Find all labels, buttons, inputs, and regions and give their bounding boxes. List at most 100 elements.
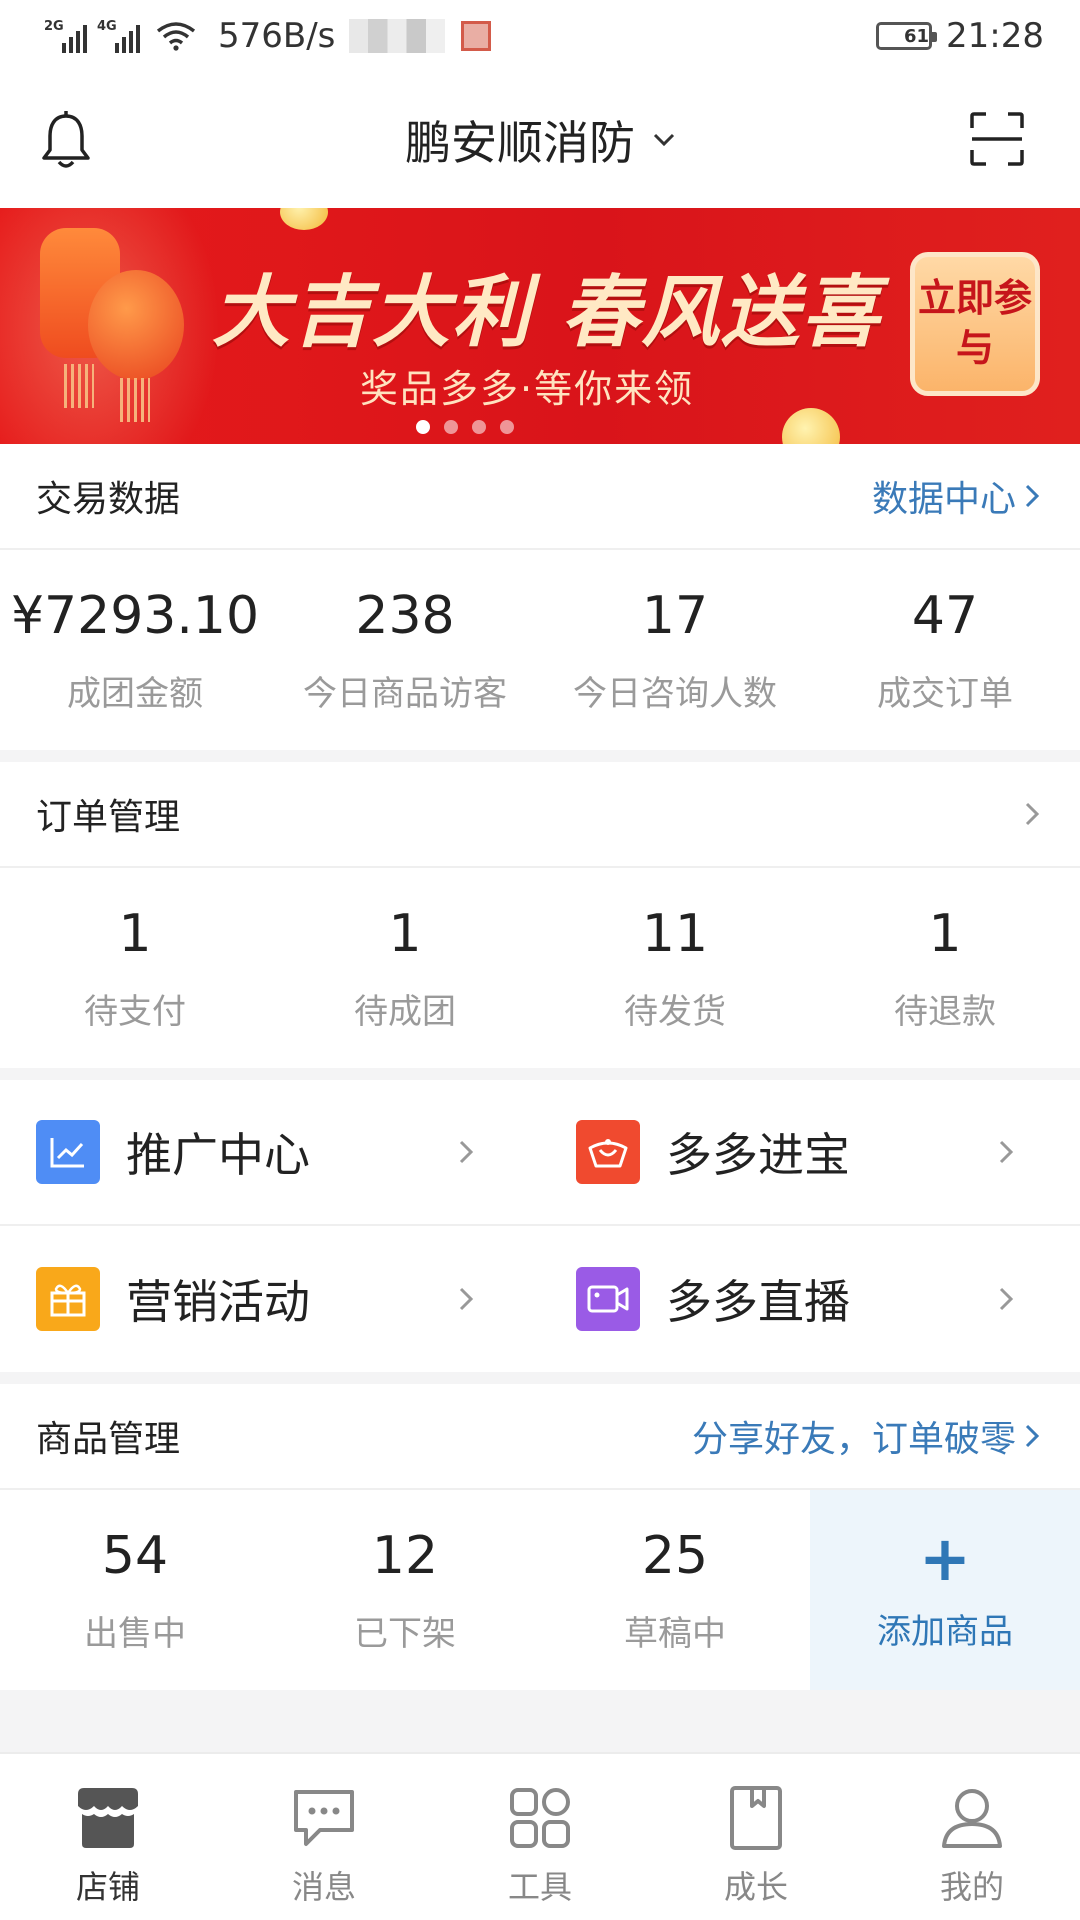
carousel-dot[interactable] xyxy=(416,420,430,434)
duoduo-live-entry[interactable]: 多多直播 xyxy=(540,1226,1080,1372)
order-management-header[interactable]: 订单管理 xyxy=(0,762,1080,868)
qr-notification-icon xyxy=(461,21,492,51)
chevron-right-icon xyxy=(999,1287,1014,1311)
order-management-link[interactable] xyxy=(1024,801,1040,827)
coin-icon xyxy=(280,208,328,230)
chevron-down-icon xyxy=(653,133,675,147)
goods-delisted[interactable]: 12 已下架 xyxy=(270,1490,540,1690)
tab-messages[interactable]: 消息 xyxy=(216,1754,432,1920)
bottom-tab-bar: 店铺 消息 工具 成长 我的 xyxy=(0,1752,1080,1920)
gift-icon xyxy=(36,1267,100,1331)
tab-tools[interactable]: 工具 xyxy=(432,1754,648,1920)
tab-shop[interactable]: 店铺 xyxy=(0,1754,216,1920)
goods-management-card: 商品管理 分享好友，订单破零 54 出售中 12 已下架 25 草稿中 + 添加… xyxy=(0,1384,1080,1690)
ingot-icon xyxy=(576,1120,640,1184)
stat-value: 12 xyxy=(371,1525,439,1586)
goods-drafts[interactable]: 25 草稿中 xyxy=(540,1490,810,1690)
feature-grid: 推广中心 多多进宝 营销活动 多多直播 xyxy=(0,1080,1080,1372)
share-friends-link[interactable]: 分享好友，订单破零 xyxy=(692,1410,1040,1462)
section-divider xyxy=(0,1372,1080,1384)
shop-name: 鹏安顺消防 xyxy=(405,116,635,170)
carousel-dot[interactable] xyxy=(500,420,514,434)
section-title: 订单管理 xyxy=(36,797,181,838)
blurred-notification-icon xyxy=(349,19,446,53)
carousel-dot[interactable] xyxy=(472,420,486,434)
marketing-activity-entry[interactable]: 营销活动 xyxy=(0,1226,540,1372)
stat-value: ¥7293.10 xyxy=(10,585,260,646)
share-friends-label: 分享好友，订单破零 xyxy=(691,1419,1016,1460)
scan-icon[interactable] xyxy=(970,112,1024,166)
network-type-1: 2G xyxy=(44,19,64,34)
stat-value: 1 xyxy=(928,903,962,964)
order-pending-shipment[interactable]: 11 待发货 xyxy=(540,868,810,1068)
lantern-icon xyxy=(88,270,184,380)
signal-2g-icon: 2G xyxy=(44,19,87,53)
grid-icon xyxy=(510,1788,570,1848)
order-pending-payment[interactable]: 1 待支付 xyxy=(0,868,270,1068)
stat-orders[interactable]: 47 成交订单 xyxy=(810,550,1080,750)
tab-label: 我的 xyxy=(939,1868,1004,1906)
stat-label: 已下架 xyxy=(354,1613,456,1654)
stat-label: 今日咨询人数 xyxy=(573,673,777,714)
add-goods-button[interactable]: + 添加商品 xyxy=(810,1490,1080,1690)
tab-growth[interactable]: 成长 xyxy=(648,1754,864,1920)
chevron-right-icon xyxy=(459,1287,474,1311)
add-goods-label: 添加商品 xyxy=(877,1611,1013,1652)
carousel-indicator xyxy=(0,420,1080,434)
shop-icon xyxy=(78,1788,138,1848)
tab-mine[interactable]: 我的 xyxy=(864,1754,1080,1920)
order-stats: 1 待支付 1 待成团 11 待发货 1 待退款 xyxy=(0,868,1080,1068)
tab-label: 店铺 xyxy=(75,1868,140,1906)
stat-group-amount[interactable]: ¥7293.10 成团金额 xyxy=(0,550,270,750)
chat-bubble-icon xyxy=(294,1790,354,1846)
network-speed: 576B/s xyxy=(218,16,336,56)
stat-visitors[interactable]: 238 今日商品访客 xyxy=(270,550,540,750)
stat-label: 待成团 xyxy=(354,991,456,1032)
trade-data-card: 交易数据 数据中心 ¥7293.10 成团金额 238 今日商品访客 17 今日… xyxy=(0,444,1080,750)
stat-label: 出售中 xyxy=(84,1613,186,1654)
goods-stats: 54 出售中 12 已下架 25 草稿中 + 添加商品 xyxy=(0,1490,1080,1690)
chevron-right-icon xyxy=(1025,1424,1040,1448)
chevron-right-icon xyxy=(459,1140,474,1164)
stat-label: 待退款 xyxy=(894,991,996,1032)
order-pending-group[interactable]: 1 待成团 xyxy=(270,868,540,1068)
trade-stats: ¥7293.10 成团金额 238 今日商品访客 17 今日咨询人数 47 成交… xyxy=(0,550,1080,750)
book-icon xyxy=(730,1786,782,1850)
order-pending-refund[interactable]: 1 待退款 xyxy=(810,868,1080,1068)
status-bar: 2G 4G 576B/s 61 21:28 xyxy=(0,0,1080,72)
stat-label: 草稿中 xyxy=(624,1613,726,1654)
duoduo-jinbao-entry[interactable]: 多多进宝 xyxy=(540,1080,1080,1224)
stat-label: 待发货 xyxy=(624,991,726,1032)
section-title: 交易数据 xyxy=(36,479,181,520)
tab-label: 消息 xyxy=(291,1868,356,1906)
feature-label: 多多直播 xyxy=(666,1275,850,1329)
stat-label: 成团金额 xyxy=(67,673,203,714)
tab-label: 工具 xyxy=(507,1868,572,1906)
promotion-center-entry[interactable]: 推广中心 xyxy=(0,1080,540,1224)
status-left: 2G 4G 576B/s xyxy=(44,16,492,56)
join-now-button[interactable]: 立即参与 xyxy=(910,252,1040,396)
data-center-link[interactable]: 数据中心 xyxy=(872,470,1040,522)
feature-label: 推广中心 xyxy=(126,1128,310,1182)
stat-value: 17 xyxy=(641,585,709,646)
shop-switcher[interactable]: 鹏安顺消防 xyxy=(405,107,675,173)
feature-row: 营销活动 多多直播 xyxy=(0,1226,1080,1372)
stat-value: 47 xyxy=(911,585,979,646)
stat-value: 11 xyxy=(641,903,709,964)
feature-label: 营销活动 xyxy=(126,1275,310,1329)
stat-inquiries[interactable]: 17 今日咨询人数 xyxy=(540,550,810,750)
status-right: 61 21:28 xyxy=(876,16,1044,56)
promo-banner[interactable]: 大吉大利 春风送喜 奖品多多·等你来领 立即参与 xyxy=(0,208,1080,444)
bell-icon[interactable] xyxy=(40,110,92,170)
chevron-right-icon xyxy=(1025,484,1040,508)
section-title: 商品管理 xyxy=(36,1419,181,1460)
plus-icon: + xyxy=(919,1521,971,1595)
chart-icon xyxy=(36,1120,100,1184)
banner-subtitle: 奖品多多·等你来领 xyxy=(360,367,695,411)
carousel-dot[interactable] xyxy=(444,420,458,434)
section-divider xyxy=(0,750,1080,762)
goods-on-sale[interactable]: 54 出售中 xyxy=(0,1490,270,1690)
section-divider xyxy=(0,1068,1080,1080)
data-center-label: 数据中心 xyxy=(871,479,1016,520)
video-camera-icon xyxy=(576,1267,640,1331)
